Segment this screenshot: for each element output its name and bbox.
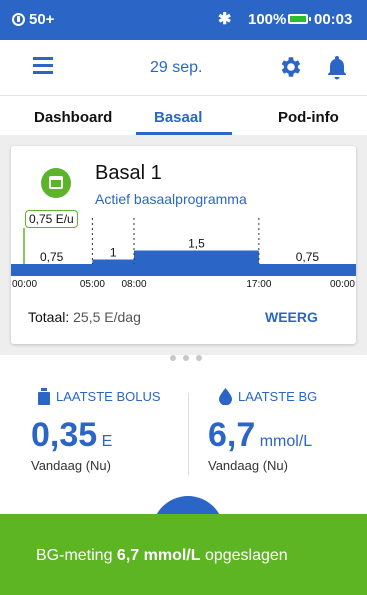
pager-dot xyxy=(196,355,202,361)
tab-bar: Dashboard Basaal Pod-info xyxy=(0,96,367,135)
clock: 00:03 xyxy=(314,11,353,28)
view-button[interactable]: WEERG xyxy=(265,309,318,325)
bolus-icon xyxy=(38,388,50,405)
last-bg-value: 6,7 mmol/L xyxy=(208,416,312,455)
basal-segment-label: 0,75 xyxy=(296,250,320,264)
basal-chart: 0,75 1 1,5 0,75 00:00 05:00 08:00 17:00 00:00 0,… xyxy=(11,208,356,290)
battery-icon xyxy=(288,14,311,24)
basal-segment-label: 1,5 xyxy=(188,237,205,251)
basal-segment-bar xyxy=(92,259,134,264)
pod-level: 50+ xyxy=(29,11,55,28)
time-tick-label: 17:00 xyxy=(246,279,271,288)
tab-dashboard[interactable]: Dashboard xyxy=(34,109,112,126)
basal-segment-bar xyxy=(134,250,259,264)
chart-baseline xyxy=(11,264,356,276)
last-bolus-label: LAATSTE BOLUS xyxy=(56,389,161,404)
daily-total: Totaal: 25,5 E/dag xyxy=(28,309,141,325)
snackbar-suffix: opgeslagen xyxy=(204,547,288,564)
tab-pod-info[interactable]: Pod-info xyxy=(278,109,339,126)
daily-total-value: 25,5 E/dag xyxy=(73,309,141,325)
snackbar-value: 6,7 mmol/L xyxy=(116,547,201,564)
pod-icon xyxy=(12,13,25,26)
daily-total-label: Totaal: xyxy=(28,309,70,325)
bell-icon[interactable] xyxy=(326,54,348,80)
last-bolus-unit: E xyxy=(101,433,113,450)
bluetooth-icon: ✱ xyxy=(218,11,232,28)
last-bolus-time: Vandaag (Nu) xyxy=(31,458,111,473)
current-date: 29 sep. xyxy=(150,59,203,76)
snackbar: BG-meting 6,7 mmol/L opgeslagen xyxy=(0,514,367,595)
snackbar-prefix: BG-meting xyxy=(36,547,113,564)
blood-drop-icon xyxy=(219,388,232,405)
basal-program-name: Basal 1 xyxy=(95,162,162,184)
battery-percent: 100% xyxy=(248,11,287,28)
pod-status: 50+ xyxy=(12,11,54,28)
snackbar-message: BG-meting 6,7 mmol/L opgeslagen xyxy=(36,547,288,565)
tab-basal[interactable]: Basaal xyxy=(154,109,202,126)
time-tick-label: 05:00 xyxy=(80,279,105,288)
last-bg-number: 6,7 xyxy=(208,416,256,454)
basal-segment-label: 1 xyxy=(110,246,117,260)
panel-divider xyxy=(188,393,189,475)
calendar-icon xyxy=(41,168,71,198)
last-bg-time: Vandaag (Nu) xyxy=(208,458,288,473)
menu-icon[interactable] xyxy=(33,57,53,74)
app-bar: 29 sep. xyxy=(0,40,367,96)
last-bolus-number: 0,35 xyxy=(31,416,98,454)
pager-dot xyxy=(183,355,189,361)
last-bolus-header: LAATSTE BOLUS xyxy=(38,388,161,405)
last-bg-label: LAATSTE BG xyxy=(238,389,318,404)
basal-program-status: Actief basaalprogramma xyxy=(95,191,247,207)
last-bg-unit: mmol/L xyxy=(259,433,313,450)
basal-segment-label: 0,75 xyxy=(40,250,64,264)
time-tick-label: 00:00 xyxy=(12,279,37,288)
time-tick-label: 08:00 xyxy=(121,279,146,288)
basal-program-card[interactable]: Basal 1 Actief basaalprogramma 0,75 1 1,5 0… xyxy=(11,146,356,344)
last-bolus-value: 0,35 E xyxy=(31,416,112,455)
last-bg-header: LAATSTE BG xyxy=(219,388,317,405)
current-rate-badge: 0,75 E/u xyxy=(25,210,78,228)
time-tick-label: 00:00 xyxy=(330,279,355,288)
gear-icon[interactable] xyxy=(278,54,304,80)
pager-dot xyxy=(170,355,176,361)
status-bar: 50+ ✱ 100% 00:03 xyxy=(0,0,367,40)
